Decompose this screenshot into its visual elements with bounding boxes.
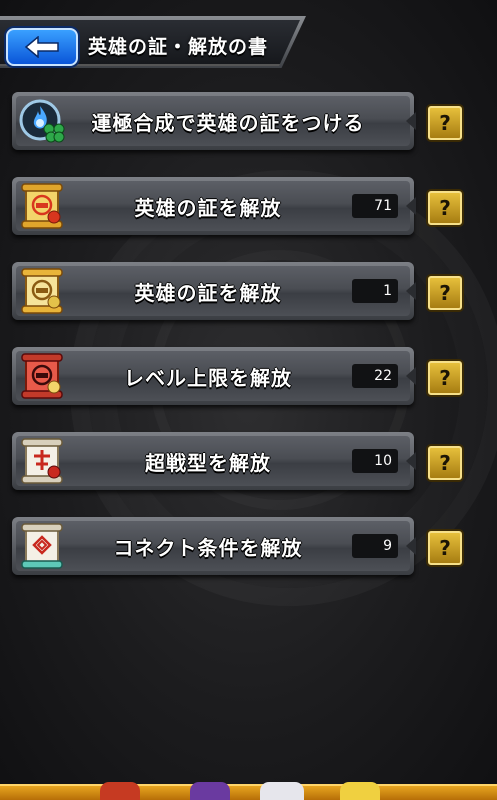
row-notch xyxy=(406,452,416,470)
scroll-red-seal-icon xyxy=(16,179,70,233)
menu-row-release-hero-proof[interactable]: 英雄の証を解放 71 xyxy=(12,177,416,235)
back-button[interactable] xyxy=(6,28,78,66)
menu-row-release-super-combat[interactable]: 超戦型を解放 10 xyxy=(12,432,416,490)
page-title: 英雄の証・解放の書 xyxy=(88,36,269,58)
count-badge: 22 xyxy=(352,364,398,388)
scroll-gold-seal-icon xyxy=(16,264,70,318)
count-badge: 9 xyxy=(352,534,398,558)
help-button[interactable]: ? xyxy=(428,276,462,310)
tab-icon[interactable] xyxy=(190,782,230,800)
back-arrow-icon xyxy=(24,36,59,58)
help-button[interactable]: ? xyxy=(428,446,462,480)
tab-icon[interactable] xyxy=(340,782,380,800)
flame-clover-icon xyxy=(16,94,70,148)
row-notch xyxy=(406,367,416,385)
row-label: 英雄の証を解放 xyxy=(134,195,282,220)
row-notch xyxy=(406,537,416,555)
row-label: 運極合成で英雄の証をつける xyxy=(91,110,365,135)
menu-row-release-connect-condition[interactable]: コネクト条件を解放 9 xyxy=(12,517,416,575)
help-button[interactable]: ? xyxy=(428,106,462,140)
help-button[interactable]: ? xyxy=(428,531,462,565)
row-notch xyxy=(406,282,416,300)
row-label: 超戦型を解放 xyxy=(145,450,271,475)
help-button[interactable]: ? xyxy=(428,191,462,225)
scroll-teal-icon xyxy=(16,519,70,573)
row-notch xyxy=(406,112,416,130)
row-label: 英雄の証を解放 xyxy=(134,280,282,305)
help-button[interactable]: ? xyxy=(428,361,462,395)
row-label: レベル上限を解放 xyxy=(124,365,292,390)
menu-row-release-level-cap[interactable]: レベル上限を解放 22 xyxy=(12,347,416,405)
menu-row-release-hero-proof-gold[interactable]: 英雄の証を解放 1 xyxy=(12,262,416,320)
count-badge: 71 xyxy=(352,194,398,218)
row-label: コネクト条件を解放 xyxy=(113,535,303,560)
tab-icon[interactable] xyxy=(260,782,304,800)
count-badge: 1 xyxy=(352,279,398,303)
header: 英雄の証・解放の書 xyxy=(0,6,310,68)
scroll-white-icon xyxy=(16,434,70,488)
row-notch xyxy=(406,197,416,215)
count-badge: 10 xyxy=(352,449,398,473)
scroll-red-icon xyxy=(16,349,70,403)
bottom-tab-bar[interactable] xyxy=(0,782,497,800)
menu-row-hero-fusion[interactable]: 運極合成で英雄の証をつける xyxy=(12,92,416,150)
tab-icon[interactable] xyxy=(100,782,140,800)
